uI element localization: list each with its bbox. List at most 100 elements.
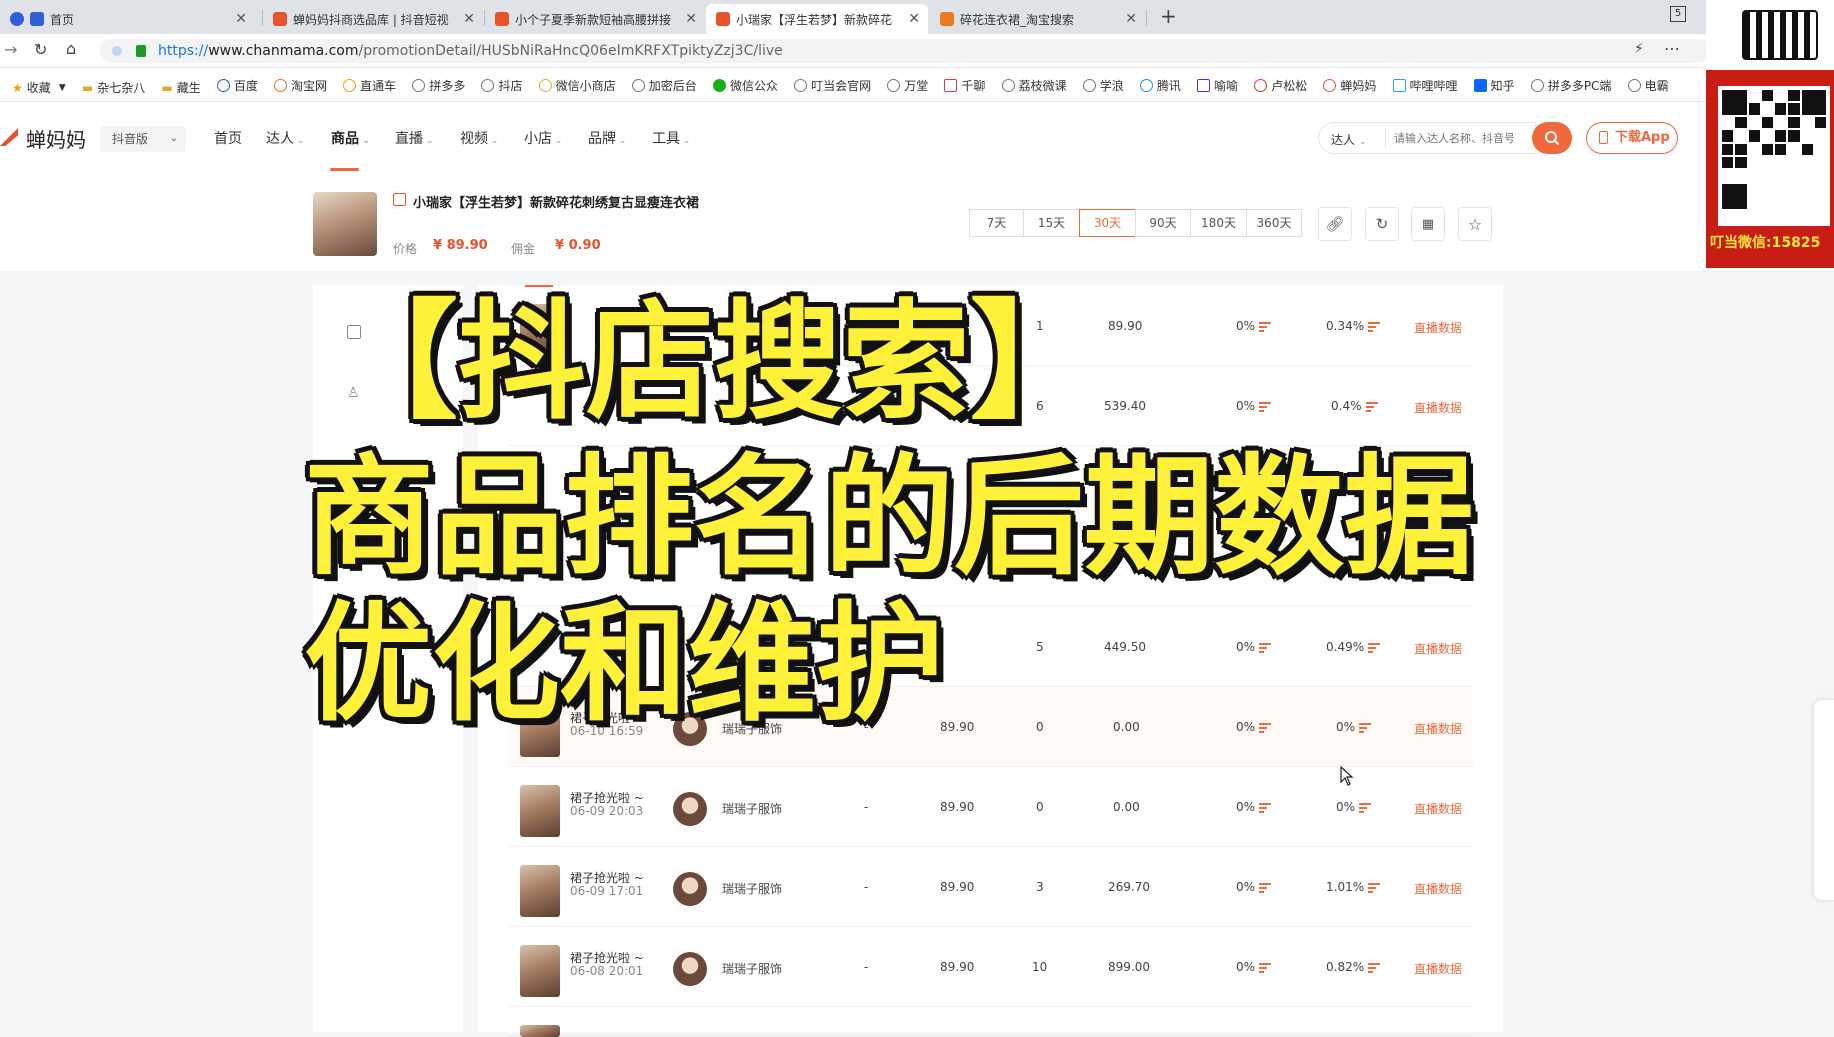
sort-icon: [1365, 400, 1378, 414]
close-tab-icon[interactable]: ✕: [235, 11, 247, 27]
avatar[interactable]: [673, 792, 707, 826]
bookmark-item[interactable]: 直通车: [343, 68, 396, 101]
live-data-link[interactable]: 直播数据: [1414, 399, 1462, 416]
browser-tab-home[interactable]: 首页 ✕: [0, 4, 255, 34]
browser-tab[interactable]: 小个子夏季新款短袖高腰拼接 ✕: [485, 4, 705, 34]
bookmark-item[interactable]: 拼多多PC端: [1530, 68, 1611, 101]
tab-favicon-icon: [30, 12, 44, 26]
sort-icon: [1259, 320, 1272, 334]
period-180d[interactable]: 180天: [1190, 209, 1247, 237]
bookmark-item[interactable]: 哔哩哔哩: [1392, 68, 1458, 101]
link-icon: 🔗︎: [1325, 215, 1345, 233]
tab-count-badge[interactable]: 5: [1670, 6, 1686, 22]
live-data-link[interactable]: 直播数据: [1414, 880, 1462, 897]
nav-video[interactable]: 视频 ⌄: [460, 128, 498, 148]
period-15d[interactable]: 15天: [1023, 209, 1080, 237]
sort-icon: [1368, 641, 1381, 655]
period-90d[interactable]: 90天: [1135, 209, 1191, 237]
bookmark-item[interactable]: 叮当会官网: [794, 68, 871, 101]
refresh-icon: ↻: [1375, 215, 1389, 233]
bookmark-item[interactable]: 喻喻: [1197, 68, 1238, 101]
site-info-icon[interactable]: [112, 46, 122, 56]
live-data-link[interactable]: 直播数据: [1414, 319, 1462, 336]
table-row[interactable]: 裙子抢光啦 ~ 06-08 20:01 瑞瑞子服饰 - 89.90 10 899…: [508, 927, 1473, 1007]
refresh-button[interactable]: ↻: [1365, 207, 1399, 241]
bookmark-item[interactable]: 拼多多: [412, 68, 465, 101]
close-tab-icon[interactable]: ✕: [908, 11, 920, 27]
qrcode-button[interactable]: ▦: [1411, 207, 1445, 241]
bookmark-item[interactable]: 荔枝微课: [1001, 68, 1067, 101]
bookmark-item[interactable]: 加密后台: [631, 68, 697, 101]
browser-tab-active[interactable]: 小瑞家【浮生若梦】新款碎花 ✕: [706, 4, 928, 34]
bookmark-item[interactable]: 抖店: [481, 68, 522, 101]
nav-live[interactable]: 直播 ⌄: [395, 128, 433, 148]
chevron-down-icon: ⌄: [680, 136, 691, 146]
live-data-link[interactable]: 直播数据: [1414, 720, 1462, 737]
bookmark-item[interactable]: ▬ 藏生: [161, 71, 200, 102]
nav-products[interactable]: 商品 ⌄: [331, 128, 370, 148]
edition-select[interactable]: 抖音版 ⌄: [100, 126, 186, 152]
nav-brand[interactable]: 品牌 ⌄: [588, 128, 626, 148]
bookmark-favorites[interactable]: ★ 收藏 ▼: [12, 71, 66, 102]
browser-tab[interactable]: 碎花连衣裙_淘宝搜索 ✕: [930, 4, 1145, 34]
bookmark-item[interactable]: 微信小商店: [538, 68, 616, 101]
table-row[interactable]: [508, 1007, 1473, 1037]
copy-link-button[interactable]: 🔗︎: [1318, 207, 1352, 241]
bookmark-item[interactable]: ▬ 杂七杂八: [82, 71, 145, 102]
period-7d[interactable]: 7天: [969, 209, 1024, 237]
nav-influencer[interactable]: 达人 ⌄: [266, 128, 304, 148]
live-data-link[interactable]: 直播数据: [1414, 960, 1462, 977]
browser-tab[interactable]: 蝉妈妈抖商选品库 | 抖音短视 ✕: [263, 4, 483, 34]
anchor-name[interactable]: 瑞瑞子服饰: [722, 960, 782, 977]
avatar[interactable]: [673, 952, 707, 986]
chevron-down-icon: ▼: [58, 82, 66, 93]
site-logo[interactable]: 蝉妈妈: [26, 124, 86, 153]
live-data-link[interactable]: 直播数据: [1414, 800, 1462, 817]
bookmark-item[interactable]: 淘宝网: [274, 68, 327, 101]
favorite-button[interactable]: ☆: [1458, 207, 1492, 241]
download-app-button[interactable]: 下载App: [1586, 122, 1678, 154]
nav-shop[interactable]: 小店 ⌄: [524, 128, 562, 148]
bookmark-item[interactable]: 卢松松: [1254, 68, 1307, 101]
bookmark-item[interactable]: 微信公众: [712, 68, 778, 101]
anchor-name[interactable]: 瑞瑞子服饰: [722, 880, 782, 897]
bookmark-item[interactable]: 知乎: [1473, 68, 1515, 101]
table-row[interactable]: 裙子抢光啦 ~ 06-09 17:01 瑞瑞子服饰 - 89.90 3 269.…: [508, 847, 1473, 927]
bookmark-item[interactable]: 电霸: [1627, 68, 1669, 101]
floating-help-panel[interactable]: [1814, 700, 1834, 900]
close-tab-icon[interactable]: ✕: [1125, 11, 1137, 27]
search-button[interactable]: [1532, 122, 1572, 154]
nav-tools[interactable]: 工具 ⌄: [652, 128, 690, 148]
bookmark-item[interactable]: 学浪: [1082, 68, 1124, 101]
table-row[interactable]: 裙子抢光啦 ~ 06-09 20:03 瑞瑞子服饰 - 89.90 0 0.00…: [508, 767, 1473, 847]
home-icon[interactable]: ⌂: [66, 39, 76, 58]
bilibili-icon: [1392, 78, 1406, 92]
new-tab-button[interactable]: +: [1160, 4, 1177, 28]
bookmark-item[interactable]: 千聊: [944, 68, 985, 101]
weixin-shop-icon: [538, 78, 552, 92]
bookmark-item[interactable]: 腾讯: [1139, 68, 1181, 101]
search-scope-select[interactable]: 达人 ⌄: [1331, 131, 1366, 148]
nav-home[interactable]: 首页: [214, 128, 242, 148]
period-30d[interactable]: 30天: [1079, 209, 1136, 237]
bookmark-item[interactable]: 百度: [216, 68, 258, 101]
overlay-title-line2: 商品排名的后期数据: [304, 441, 1475, 593]
live-data-link[interactable]: 直播数据: [1414, 640, 1462, 657]
bookmark-item[interactable]: 万堂: [887, 68, 928, 101]
period-360d[interactable]: 360天: [1246, 209, 1302, 237]
back-arrow-icon[interactable]: →: [4, 40, 17, 59]
bookmark-item[interactable]: 蝉妈妈: [1323, 68, 1376, 101]
star-outline-icon: ☆: [1467, 214, 1483, 234]
close-tab-icon[interactable]: ✕: [463, 11, 475, 27]
avatar[interactable]: [673, 872, 707, 906]
more-menu-icon[interactable]: ⋯: [1664, 39, 1680, 58]
close-tab-icon[interactable]: ✕: [685, 11, 697, 27]
product-title[interactable]: 小瑞家【浮生若梦】新款碎花刺绣复古显瘦连衣裙: [413, 192, 699, 211]
search-input[interactable]: [1385, 128, 1535, 148]
anchor-name[interactable]: 瑞瑞子服饰: [722, 800, 782, 817]
url-field[interactable]: https://www.chanmama.com/promotionDetail…: [100, 39, 1710, 63]
reload-icon[interactable]: ↻: [34, 40, 47, 59]
lightning-icon[interactable]: ⚡: [1634, 41, 1644, 57]
product-thumbnail[interactable]: [313, 192, 377, 256]
live-thumbnail: [520, 785, 560, 837]
